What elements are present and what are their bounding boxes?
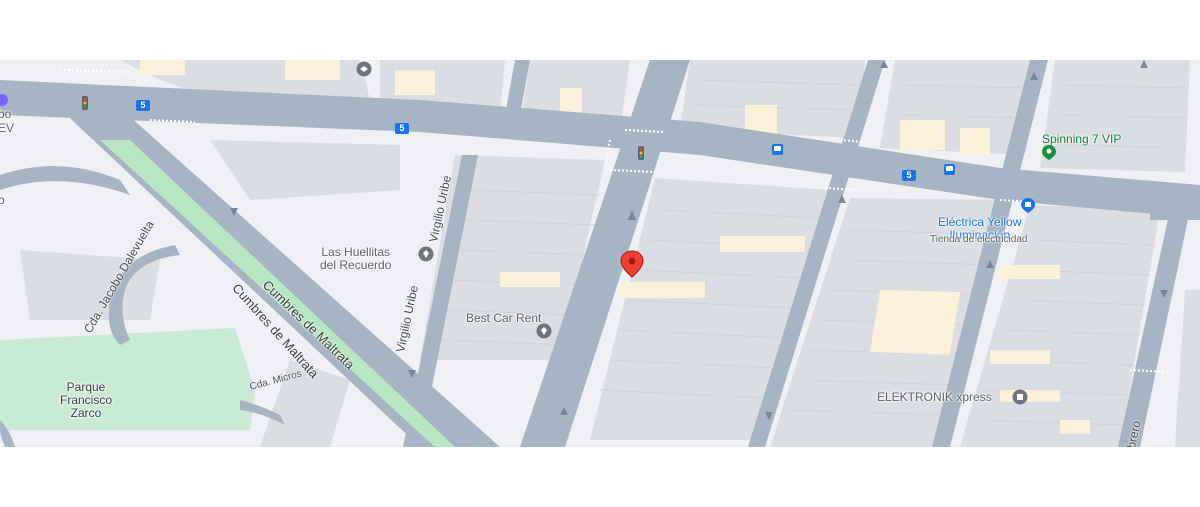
traffic-light-icon xyxy=(82,96,88,110)
partial-label: o xyxy=(0,193,5,207)
partial-label: EV xyxy=(0,121,15,135)
route-sign-5: 5 xyxy=(902,170,916,181)
place-pin-icon[interactable] xyxy=(536,323,552,339)
poi-label-las-huellitas[interactable]: Las Huellitas del Recuerdo xyxy=(320,246,391,272)
route-sign-5: 5 xyxy=(136,100,150,111)
traffic-light-icon xyxy=(638,146,644,160)
parque-area xyxy=(0,328,255,430)
bus-stop-icon[interactable] xyxy=(772,144,783,155)
place-pin-icon[interactable] xyxy=(418,246,434,262)
poi-label-parque-francisco-zarco[interactable]: Parque Francisco Zarco xyxy=(60,381,112,420)
poi-label-elektronik-xpress[interactable]: ELEKTRONIK xpress xyxy=(877,391,992,404)
place-pin-icon[interactable] xyxy=(0,94,8,106)
partial-label: bo xyxy=(0,107,12,121)
poi-label-best-car-rent[interactable]: Best Car Rent xyxy=(466,312,541,325)
location-marker-icon[interactable] xyxy=(619,250,645,278)
route-sign-5: 5 xyxy=(395,123,409,134)
shop-icon[interactable] xyxy=(1020,197,1036,213)
place-pin-icon[interactable] xyxy=(1012,389,1028,405)
bus-stop-icon[interactable] xyxy=(944,164,955,175)
gym-icon[interactable] xyxy=(1041,144,1057,160)
place-pin-icon[interactable] xyxy=(356,61,372,77)
map-view[interactable]: 5 5 5 bo EV o Virgilio Uribe Virgilio Ur… xyxy=(0,60,1200,447)
poi-sublabel-electrica: Tienda de electricidad xyxy=(930,234,1028,245)
